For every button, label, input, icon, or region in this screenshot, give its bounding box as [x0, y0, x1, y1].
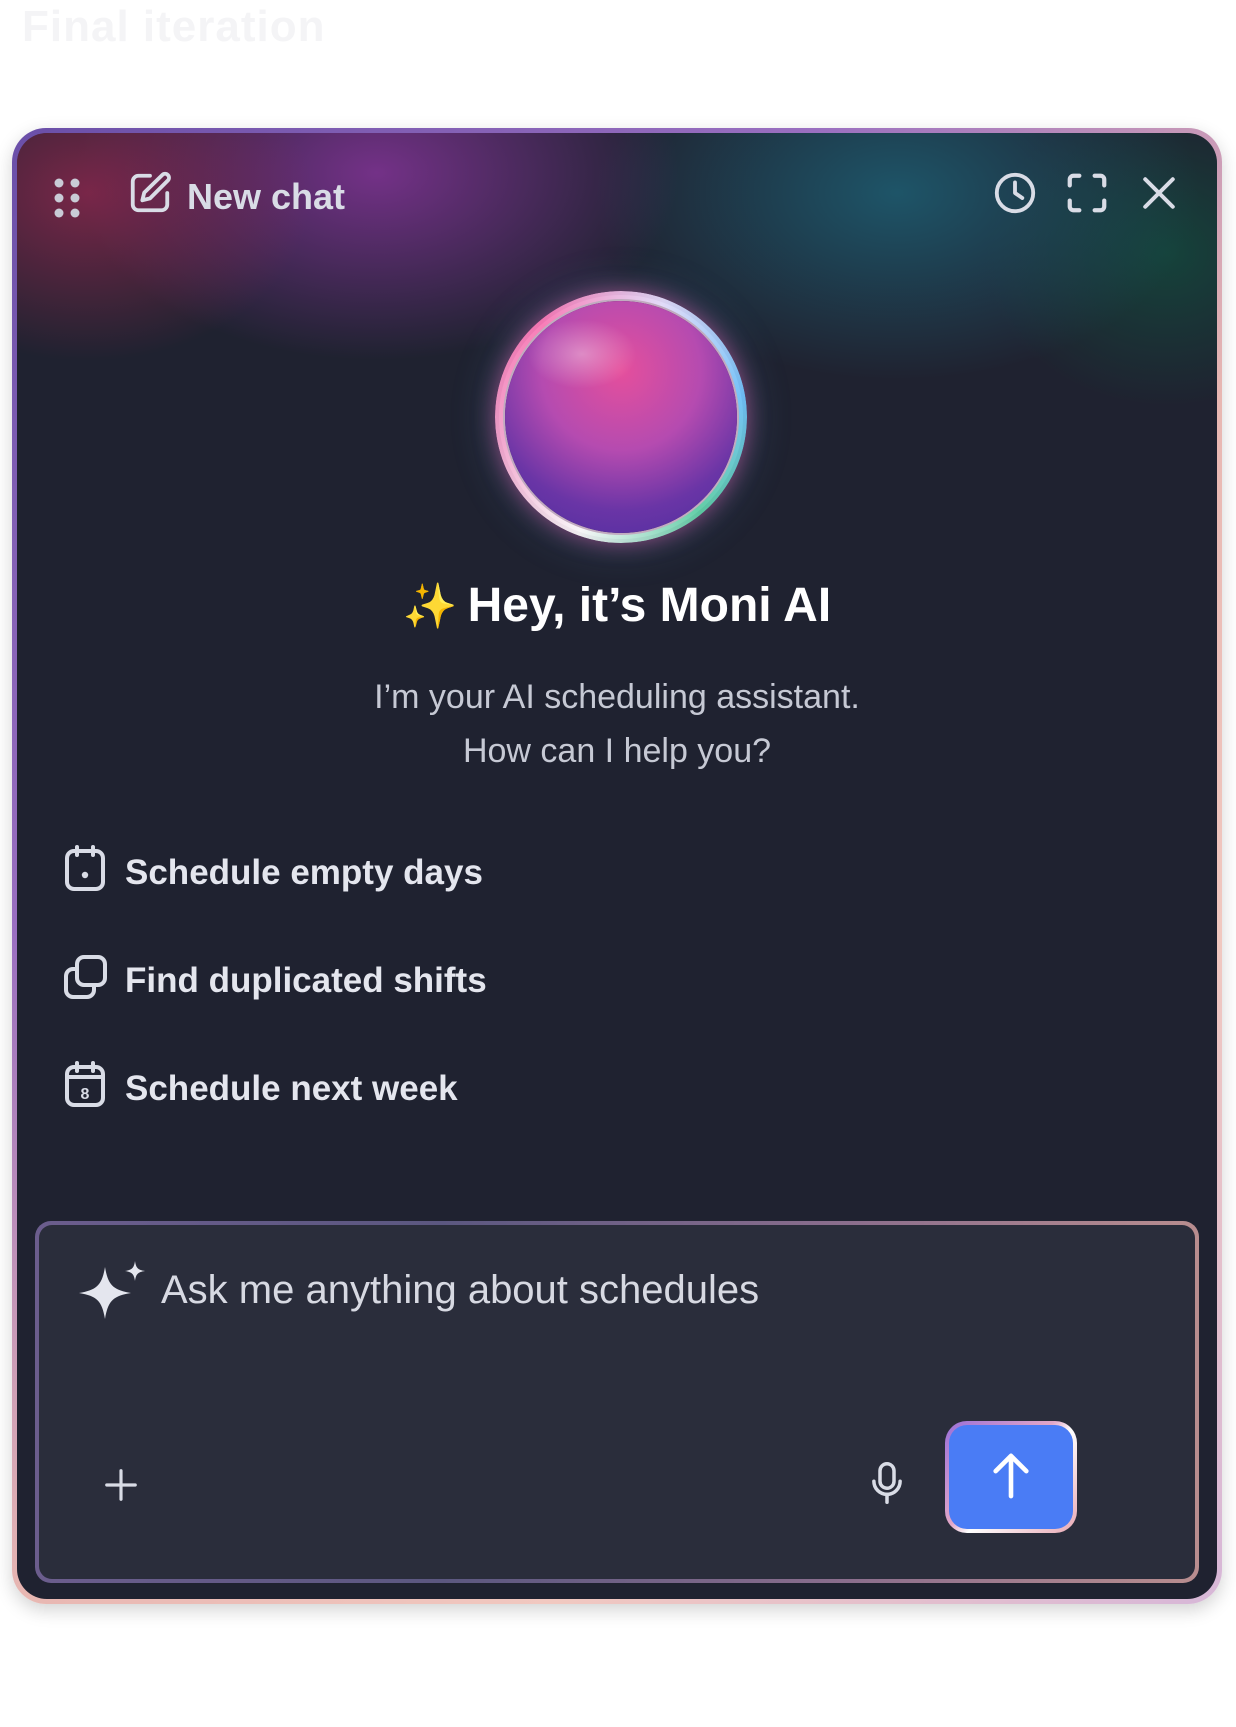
ai-sparkles-icon	[75, 1259, 147, 1324]
chat-panel-frame: New chat ✨ Hey, it’s Moni AI I’m your AI…	[12, 128, 1222, 1604]
greeting-title: ✨ Hey, it’s Moni AI	[17, 578, 1217, 633]
page-caption: Final iteration	[22, 2, 326, 51]
calendar-dot-icon	[61, 843, 109, 904]
prompt-input[interactable]	[159, 1259, 1123, 1321]
drag-handle-icon[interactable]	[51, 175, 83, 221]
composer-frame	[35, 1221, 1199, 1583]
subtitle-line-2: How can I help you?	[462, 732, 772, 770]
new-chat-label: New chat	[187, 176, 346, 217]
edit-icon	[127, 170, 173, 225]
plus-icon	[102, 1466, 140, 1509]
header-actions	[991, 169, 1183, 221]
clock-icon	[992, 170, 1038, 221]
suggestion-list: Schedule empty days Find duplicated shif…	[61, 843, 487, 1167]
expand-icon	[1064, 170, 1110, 221]
microphone-icon	[866, 1459, 908, 1512]
microphone-button[interactable]	[859, 1457, 915, 1513]
calendar-day-number: 8	[81, 1086, 90, 1103]
suggestion-label: Schedule next week	[125, 1069, 458, 1108]
expand-button[interactable]	[1063, 169, 1111, 221]
chat-panel: New chat ✨ Hey, it’s Moni AI I’m your AI…	[17, 133, 1217, 1599]
send-button-fill	[949, 1425, 1073, 1529]
calendar-8-icon: 8	[61, 1059, 109, 1120]
greeting-subtitle: I’m your AI scheduling assistant. How ca…	[17, 670, 1217, 778]
suggestion-find-duplicated-shifts[interactable]: Find duplicated shifts	[61, 951, 487, 1011]
chat-header: New chat	[17, 133, 1217, 263]
duplicate-icon	[61, 951, 109, 1012]
greeting-text: Hey, it’s Moni AI	[467, 579, 832, 632]
history-button[interactable]	[991, 169, 1039, 221]
close-icon	[1137, 171, 1181, 220]
composer	[39, 1225, 1195, 1579]
subtitle-line-1: I’m your AI scheduling assistant.	[374, 678, 860, 716]
close-button[interactable]	[1135, 169, 1183, 221]
suggestion-label: Find duplicated shifts	[125, 961, 487, 1000]
suggestion-label: Schedule empty days	[125, 853, 483, 892]
attach-button[interactable]	[95, 1461, 147, 1513]
sparkle-icon: ✨	[402, 582, 458, 631]
arrow-up-icon	[988, 1450, 1034, 1505]
send-button[interactable]	[945, 1421, 1077, 1533]
suggestion-schedule-next-week[interactable]: 8 Schedule next week	[61, 1059, 487, 1119]
suggestion-schedule-empty-days[interactable]: Schedule empty days	[61, 843, 487, 903]
assistant-orb	[505, 301, 737, 533]
new-chat-button[interactable]: New chat	[127, 169, 345, 225]
